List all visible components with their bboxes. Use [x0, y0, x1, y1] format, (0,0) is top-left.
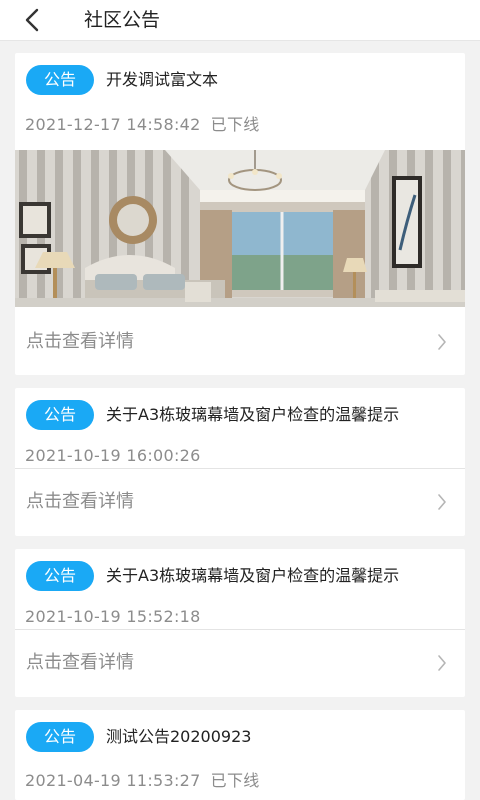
notice-badge: 公告: [26, 722, 94, 752]
notice-datetime: 2021-10-19 16:00:26: [25, 446, 201, 465]
notice-badge: 公告: [26, 400, 94, 430]
notice-status: 已下线: [210, 771, 260, 790]
notice-title: 关于A3栋玻璃幕墙及窗户检查的温馨提示: [106, 566, 400, 585]
notice-card[interactable]: 公告 关于A3栋玻璃幕墙及窗户检查的温馨提示 2021-10-19 16:00:…: [15, 388, 465, 536]
back-button[interactable]: [18, 6, 48, 34]
view-details-label: 点击查看详情: [26, 652, 134, 673]
page-title: 社区公告: [84, 9, 161, 31]
notice-card[interactable]: 公告 测试公告20200923 2021-04-19 11:53:27 已下线: [15, 710, 465, 800]
notice-badge: 公告: [26, 65, 94, 95]
notice-datetime: 2021-10-19 15:52:18: [25, 607, 201, 626]
notice-datetime: 2021-12-17 14:58:42: [25, 115, 201, 134]
view-details-row[interactable]: 点击查看详情: [15, 309, 465, 375]
notice-cover-image: [15, 150, 465, 307]
chevron-right-icon: [438, 655, 446, 671]
notice-title: 关于A3栋玻璃幕墙及窗户检查的温馨提示: [106, 405, 400, 424]
notice-card[interactable]: 公告 开发调试富文本 2021-12-17 14:58:42 已下线 点击查看详…: [15, 53, 465, 375]
notice-status: 已下线: [210, 115, 260, 134]
view-details-label: 点击查看详情: [26, 491, 134, 512]
header-bar: 社区公告: [0, 0, 480, 41]
notice-meta: 2021-12-17 14:58:42 已下线: [25, 111, 260, 135]
view-details-label: 点击查看详情: [26, 331, 134, 352]
notice-card[interactable]: 公告 关于A3栋玻璃幕墙及窗户检查的温馨提示 2021-10-19 15:52:…: [15, 549, 465, 697]
notice-meta: 2021-10-19 15:52:18: [25, 607, 201, 626]
chevron-left-icon: [25, 8, 39, 32]
notice-badge: 公告: [26, 561, 94, 591]
notice-title: 开发调试富文本: [106, 70, 219, 89]
notice-datetime: 2021-04-19 11:53:27: [25, 771, 201, 790]
view-details-row[interactable]: 点击查看详情: [15, 468, 465, 536]
notice-meta: 2021-10-19 16:00:26: [25, 446, 201, 465]
chevron-right-icon: [438, 334, 446, 350]
notice-meta: 2021-04-19 11:53:27 已下线: [25, 767, 260, 791]
view-details-row[interactable]: 点击查看详情: [15, 629, 465, 697]
chevron-right-icon: [438, 494, 446, 510]
notice-title: 测试公告20200923: [106, 727, 252, 746]
